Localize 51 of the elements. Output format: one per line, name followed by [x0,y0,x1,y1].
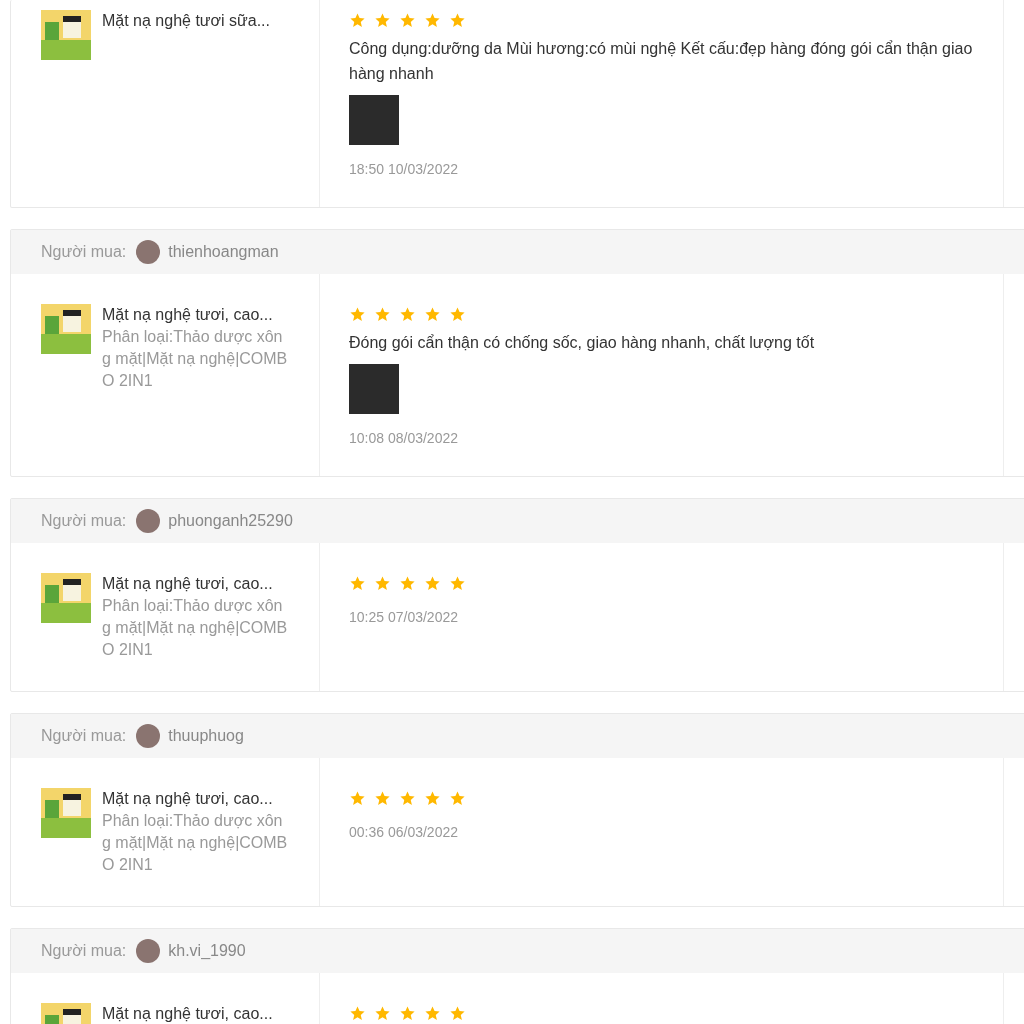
star-icon [449,11,466,29]
star-icon [424,305,441,323]
avatar [136,724,161,748]
product-name[interactable]: Mặt nạ nghệ tươi, cao... [102,788,288,810]
star-icon [399,1004,416,1022]
review-time: 10:08 08/03/2022 [349,430,459,446]
star-icon [424,789,441,807]
star-icon [349,789,366,807]
star-icon [349,305,366,323]
product-thumbnail[interactable] [41,573,91,623]
star-icon [374,1004,391,1022]
product-name[interactable]: Mặt nạ nghệ tươi sữa... [102,10,288,32]
star-icon [424,574,441,592]
review-comment: Công dụng:dưỡng da Mùi hương:có mùi nghệ Kết cấu:đẹp hàng đóng gói cẩn thận giao hàng nhanh [349,39,973,84]
review-time: 18:50 10/03/2022 [349,161,459,177]
avatar [136,509,161,533]
buyer-label: Người mua: [41,512,127,530]
star-icon [449,1004,466,1022]
review-comment: Đóng gói cẩn thận có chống sốc, giao hàng nhanh, chất lượng tốt [349,333,816,353]
star-icon [449,305,466,323]
star-icon [399,305,416,323]
avatar [136,939,161,963]
star-icon [449,789,466,807]
product-name[interactable]: Mặt nạ nghệ tươi, cao... [102,304,288,326]
product-variation: Phân loại:Thảo dược xông mặt|Mặt nạ nghệ|COMBO 2IN1 [102,327,288,391]
product-thumbnail[interactable] [41,10,91,60]
star-icon [349,11,366,29]
product-thumbnail[interactable] [41,788,91,838]
star-icon [449,574,466,592]
star-icon [399,789,416,807]
star-icon [424,1004,441,1022]
avatar [136,240,161,264]
buyer-label: Người mua: [41,942,127,960]
product-name[interactable]: Mặt nạ nghệ tươi, cao... [102,573,288,595]
star-icon [374,789,391,807]
star-icon [424,11,441,29]
product-variation: Phân loại:Thảo dược xông mặt|Mặt nạ nghệ|COMBO 2IN1 [102,811,288,875]
star-icon [374,574,391,592]
product-thumbnail[interactable] [41,304,91,354]
review-time: 00:36 06/03/2022 [349,824,459,840]
star-icon [374,305,391,323]
star-icon [374,11,391,29]
buyer-label: Người mua: [41,727,127,745]
star-icon [399,574,416,592]
star-icon [399,11,416,29]
star-icon [349,1004,366,1022]
product-variation: Phân loại:Thảo dược xông mặt|Mặt nạ nghệ|COMBO 2IN1 [102,596,288,660]
star-icon [349,574,366,592]
product-name[interactable]: Mặt nạ nghệ tươi, cao... [102,1003,288,1024]
review-time: 10:25 07/03/2022 [349,609,459,625]
buyer-label: Người mua: [41,243,127,261]
